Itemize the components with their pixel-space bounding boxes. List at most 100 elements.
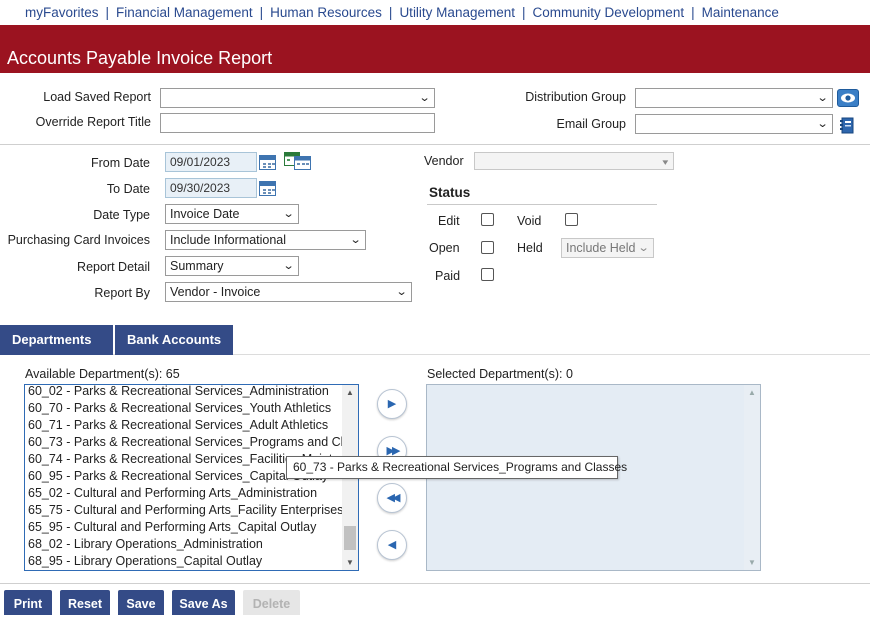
list-scrollbar[interactable]: ▲ ▼ xyxy=(744,385,760,570)
status-paid-label: Paid xyxy=(435,269,461,283)
remove-selected-button[interactable]: ◀ xyxy=(377,530,407,560)
purchasing-card-label: Purchasing Card Invoices xyxy=(7,233,150,247)
save-as-button[interactable]: Save As xyxy=(172,590,235,615)
nav-community-development[interactable]: Community Development xyxy=(533,5,685,20)
remove-all-button[interactable]: ◀◀ xyxy=(377,483,407,513)
nav-separator: | xyxy=(388,5,393,20)
list-item[interactable]: 65_75 - Cultural and Performing Arts_Fac… xyxy=(28,502,343,519)
from-date-input[interactable]: 09/01/2023 xyxy=(165,152,257,172)
status-void-checkbox[interactable] xyxy=(565,213,578,226)
chevron-down-icon: ⌄ xyxy=(349,234,362,246)
tab-bar: Departments Bank Accounts xyxy=(0,325,870,355)
scroll-up-icon[interactable]: ▲ xyxy=(346,388,354,397)
status-held-label: Held xyxy=(517,241,543,255)
title-bar: Accounts Payable Invoice Report xyxy=(0,25,870,73)
status-held-value: Include Held xyxy=(566,241,636,255)
vendor-label: Vendor xyxy=(424,154,464,168)
email-group-select[interactable]: ⌄ xyxy=(635,114,833,134)
chevron-down-icon: ⌄ xyxy=(816,118,829,130)
distribution-group-select[interactable]: ⌄ xyxy=(635,88,833,108)
list-item[interactable]: 60_02 - Parks & Recreational Services_Ad… xyxy=(28,385,329,400)
chevron-right-icon: ▶ xyxy=(387,398,397,410)
date-type-label: Date Type xyxy=(93,208,150,222)
nav-my-favorites[interactable]: myFavorites xyxy=(25,5,99,20)
list-item[interactable]: 60_70 - Parks & Recreational Services_Yo… xyxy=(28,400,331,417)
status-void-label: Void xyxy=(517,214,542,228)
delete-button[interactable]: Delete xyxy=(243,590,300,615)
selected-departments-label: Selected Department(s): 0 xyxy=(427,367,573,381)
eye-icon[interactable] xyxy=(837,89,859,107)
address-book-icon[interactable] xyxy=(839,117,855,134)
to-date-input[interactable]: 09/30/2023 xyxy=(165,178,257,198)
print-button[interactable]: Print xyxy=(4,590,52,615)
double-chevron-left-icon: ◀◀ xyxy=(386,492,401,504)
purchasing-card-value: Include Informational xyxy=(170,233,287,247)
vendor-select[interactable]: ▾ xyxy=(474,152,674,170)
scroll-up-icon[interactable]: ▲ xyxy=(748,388,756,397)
report-by-label: Report By xyxy=(94,286,150,300)
scroll-down-icon[interactable]: ▼ xyxy=(748,558,756,567)
load-saved-report-select[interactable]: ⌄ xyxy=(160,88,435,108)
available-departments-label: Available Department(s): 65 xyxy=(25,367,180,381)
chevron-down-icon: ⌄ xyxy=(418,92,431,104)
nav-human-resources[interactable]: Human Resources xyxy=(270,5,382,20)
status-open-label: Open xyxy=(429,241,460,255)
list-item[interactable]: 60_95 - Parks & Recreational Services_Ca… xyxy=(28,468,328,485)
divider xyxy=(0,583,870,584)
scroll-down-icon[interactable]: ▼ xyxy=(346,558,354,567)
to-date-label: To Date xyxy=(106,182,150,196)
date-type-select[interactable]: Invoice Date ⌄ xyxy=(165,204,299,224)
purchasing-card-select[interactable]: Include Informational ⌄ xyxy=(165,230,366,250)
calendar-icon[interactable] xyxy=(259,181,276,196)
status-open-checkbox[interactable] xyxy=(481,241,494,254)
override-title-label: Override Report Title xyxy=(35,115,151,129)
list-item[interactable]: 60_73 - Parks & Recreational Services_Pr… xyxy=(28,434,358,451)
override-title-input[interactable] xyxy=(160,113,435,133)
tab-departments[interactable]: Departments xyxy=(0,325,113,355)
chevron-down-icon: ⌄ xyxy=(282,208,295,220)
reset-button[interactable]: Reset xyxy=(60,590,110,615)
chevron-left-icon: ◀ xyxy=(387,539,397,551)
status-paid-checkbox[interactable] xyxy=(481,268,494,281)
report-by-select[interactable]: Vendor - Invoice ⌄ xyxy=(165,282,412,302)
email-group-label: Email Group xyxy=(556,117,626,131)
scroll-thumb[interactable] xyxy=(344,526,356,551)
save-button[interactable]: Save xyxy=(118,590,164,615)
status-edit-checkbox[interactable] xyxy=(481,213,494,226)
report-detail-value: Summary xyxy=(170,259,224,273)
list-item[interactable]: 60_71 - Parks & Recreational Services_Ad… xyxy=(28,417,328,434)
add-selected-button[interactable]: ▶ xyxy=(377,389,407,419)
nav-separator: | xyxy=(691,5,695,20)
distribution-group-label: Distribution Group xyxy=(525,90,626,104)
load-saved-report-label: Load Saved Report xyxy=(43,90,151,104)
status-edit-label: Edit xyxy=(438,214,460,228)
chevron-down-icon: ⌄ xyxy=(282,260,295,272)
list-item[interactable]: 68_02 - Library Operations_Administratio… xyxy=(28,536,263,553)
date-type-value: Invoice Date xyxy=(170,207,240,221)
chevron-down-icon: ⌄ xyxy=(395,286,408,298)
nav-financial-management[interactable]: Financial Management xyxy=(116,5,253,20)
chevron-down-icon: ▾ xyxy=(662,157,669,167)
report-by-value: Vendor - Invoice xyxy=(170,285,261,299)
nav-separator: | xyxy=(259,5,264,20)
list-item[interactable]: 65_02 - Cultural and Performing Arts_Adm… xyxy=(28,485,317,502)
calendar-icon[interactable] xyxy=(259,155,276,170)
status-held-select[interactable]: Include Held ⌄ xyxy=(561,238,654,258)
status-heading: Status xyxy=(429,185,471,200)
chevron-down-icon: ⌄ xyxy=(816,92,829,104)
list-item[interactable]: 65_95 - Cultural and Performing Arts_Cap… xyxy=(28,519,316,536)
divider xyxy=(427,204,657,205)
nav-utility-management[interactable]: Utility Management xyxy=(399,5,515,20)
nav-separator: | xyxy=(105,5,110,20)
item-tooltip: 60_73 - Parks & Recreational Services_Pr… xyxy=(286,456,627,479)
from-date-label: From Date xyxy=(90,156,150,170)
date-range-calendar-icon[interactable] xyxy=(284,152,311,170)
tab-bank-accounts[interactable]: Bank Accounts xyxy=(115,325,233,355)
nav-separator: | xyxy=(522,5,526,20)
page-title: Accounts Payable Invoice Report xyxy=(7,48,273,68)
list-item[interactable]: 68_95 - Library Operations_Capital Outla… xyxy=(28,553,262,570)
nav-maintenance[interactable]: Maintenance xyxy=(702,5,779,20)
chevron-down-icon: ⌄ xyxy=(637,242,650,254)
report-detail-label: Report Detail xyxy=(77,260,150,274)
report-detail-select[interactable]: Summary ⌄ xyxy=(165,256,299,276)
